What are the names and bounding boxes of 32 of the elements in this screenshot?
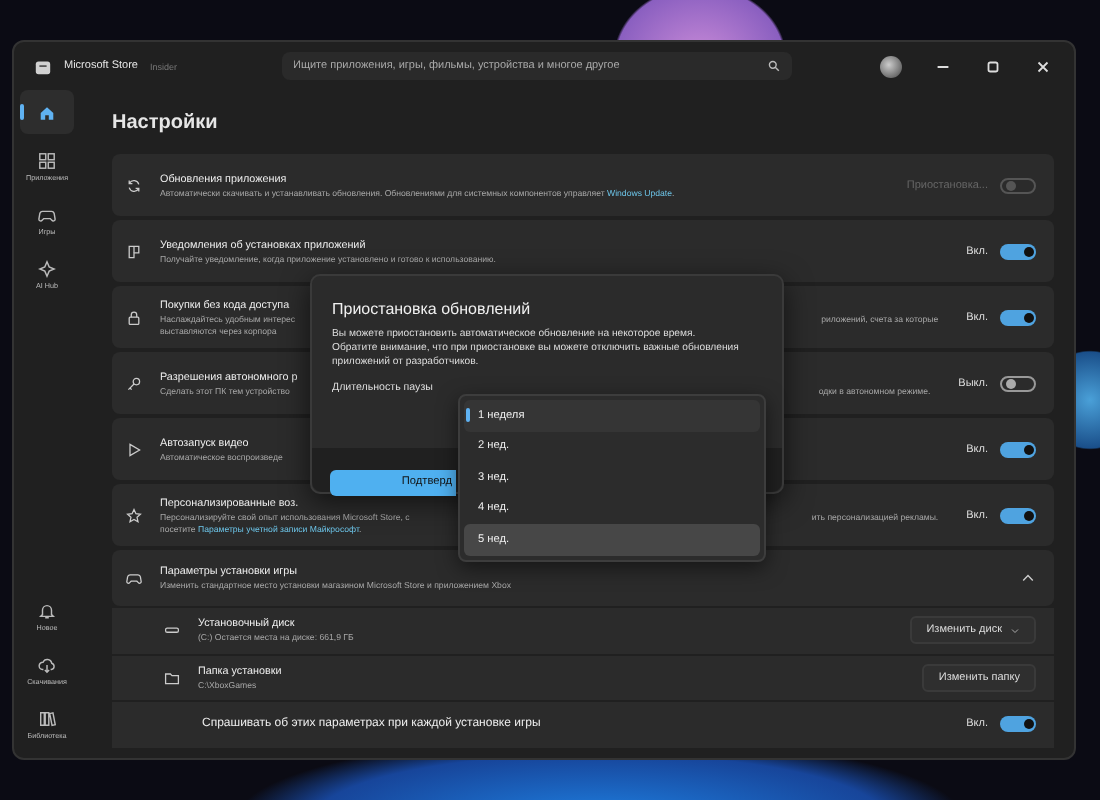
store-bag-icon	[34, 57, 52, 75]
toggle-switch[interactable]	[1000, 375, 1036, 391]
folder-icon	[164, 669, 180, 686]
page-title: Настройки	[112, 109, 220, 137]
books-icon	[38, 709, 56, 727]
gamepad-icon	[38, 205, 56, 223]
grid-icon	[38, 151, 56, 169]
play-icon	[126, 441, 142, 457]
toggle-switch[interactable]	[1000, 507, 1036, 523]
cloud-download-icon	[38, 655, 56, 673]
drive-icon	[164, 622, 180, 639]
gamepad-icon	[126, 570, 142, 586]
home-icon	[38, 103, 56, 121]
toggle-switch[interactable]	[1000, 243, 1036, 259]
toggle-switch[interactable]	[1000, 309, 1036, 325]
toggle-switch[interactable]	[1000, 716, 1036, 733]
star-icon	[126, 507, 142, 523]
toggle-switch[interactable]	[1000, 441, 1036, 457]
key-icon	[126, 375, 142, 391]
nav-item[interactable]	[20, 90, 74, 134]
bell-icon	[38, 601, 56, 619]
panel-icon	[126, 243, 142, 259]
close-icon[interactable]	[1033, 57, 1051, 75]
sparkle-icon	[38, 259, 56, 277]
maximize-icon[interactable]	[983, 57, 1001, 75]
avatar-icon[interactable]	[879, 55, 901, 77]
search-icon	[767, 60, 779, 72]
caret-icon	[1010, 625, 1020, 636]
chevron-icon[interactable]	[1020, 570, 1036, 586]
refresh-icon	[126, 177, 142, 193]
lock-icon	[126, 309, 142, 325]
dialog-title: Приостановка обновлений	[332, 300, 531, 318]
